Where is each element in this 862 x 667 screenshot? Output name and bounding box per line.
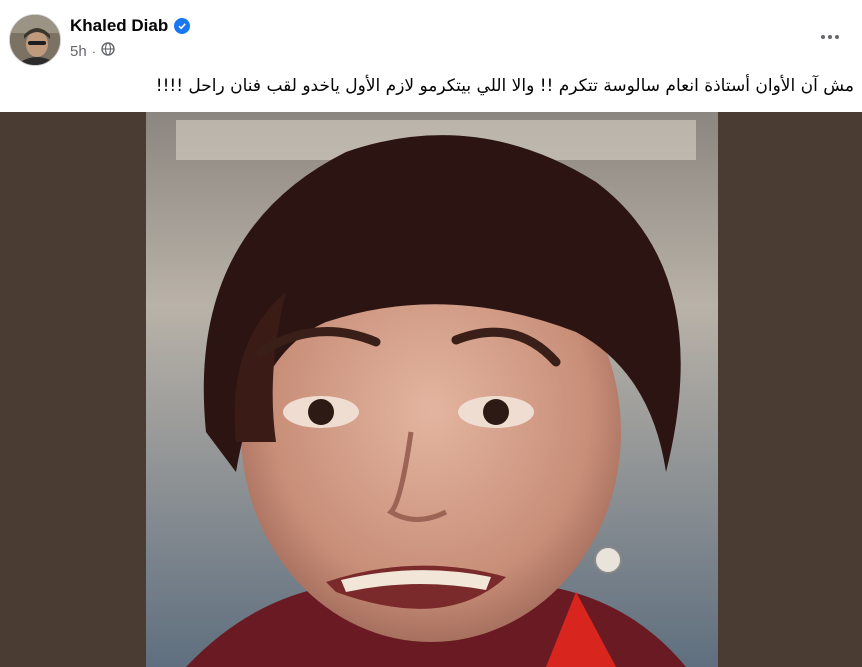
post-photo (146, 112, 718, 667)
meta-separator: · (91, 43, 97, 59)
more-options-icon[interactable] (812, 24, 848, 50)
globe-icon (101, 42, 115, 60)
facebook-post: Khaled Diab 5h · مش آن الأوان أستاذة انع… (0, 0, 862, 667)
post-media[interactable] (0, 112, 862, 667)
post-text: مش آن الأوان أستاذة انعام سالوسة تتكرم !… (155, 76, 854, 96)
verified-badge-icon (174, 18, 191, 34)
post-time[interactable]: 5h (70, 43, 87, 60)
author-avatar[interactable] (9, 14, 61, 66)
author-name[interactable]: Khaled Diab (70, 16, 168, 36)
author-name-row: Khaled Diab (70, 16, 191, 36)
post-header: Khaled Diab 5h · (0, 0, 862, 72)
avatar-image (10, 15, 60, 65)
post-meta: 5h · (70, 42, 115, 60)
